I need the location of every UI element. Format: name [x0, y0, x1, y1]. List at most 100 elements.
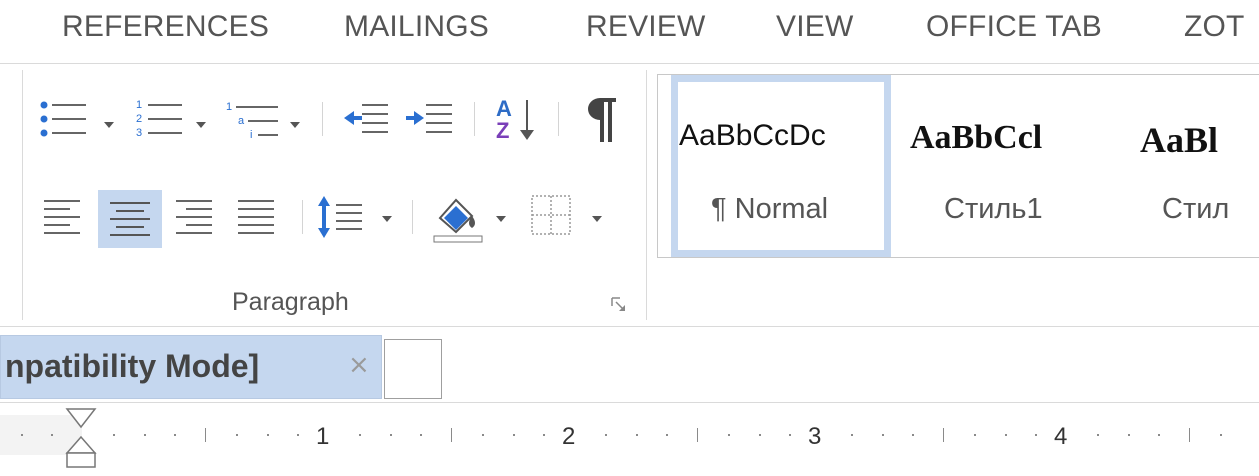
- tab-zotero[interactable]: ZOT: [1184, 10, 1245, 44]
- decrease-indent-icon: [344, 104, 388, 133]
- justify-icon: [238, 200, 274, 234]
- borders-button[interactable]: [526, 190, 578, 244]
- horizontal-ruler: 1 2 3 4: [0, 402, 1259, 471]
- borders-dropdown[interactable]: [592, 216, 602, 222]
- increase-indent-button[interactable]: [404, 98, 456, 142]
- bullets-dropdown[interactable]: [104, 122, 114, 128]
- document-tab[interactable]: npatibility Mode] ×: [0, 335, 382, 399]
- ruler-dot: [513, 434, 515, 436]
- ruler-dot: [1005, 434, 1007, 436]
- ruler-dot: [789, 434, 791, 436]
- tab-office-tab[interactable]: OFFICE TAB: [926, 10, 1102, 44]
- pilcrow-icon: [588, 98, 616, 142]
- style-name-label: Стиль1: [944, 193, 1043, 225]
- style-name-label: Стил: [1162, 193, 1230, 225]
- ruler-half-tick: [943, 428, 944, 442]
- multilevel-dropdown[interactable]: [290, 122, 300, 128]
- ruler-dot: [51, 434, 53, 436]
- document-tab-title: npatibility Mode]: [5, 348, 260, 384]
- svg-text:3: 3: [136, 127, 142, 139]
- document-tab-strip: npatibility Mode] ×: [0, 326, 1259, 403]
- indent-marker-icon: [65, 408, 97, 468]
- ruler-dot: [605, 434, 607, 436]
- svg-text:1: 1: [226, 101, 232, 113]
- toolbar-separator: [474, 102, 475, 136]
- shading-button[interactable]: [430, 190, 486, 246]
- align-right-icon: [176, 200, 212, 234]
- tab-view[interactable]: VIEW: [776, 10, 853, 44]
- style-name-label: ¶ Normal: [711, 193, 829, 225]
- style-sample-text: AaBl: [1140, 120, 1219, 160]
- show-formatting-button[interactable]: [578, 94, 622, 144]
- toolbar-separator: [322, 102, 323, 136]
- shading-dropdown[interactable]: [496, 216, 506, 222]
- bullets-button[interactable]: [38, 98, 98, 142]
- ruler-dot: [636, 434, 638, 436]
- ruler-dot: [482, 434, 484, 436]
- styles-gallery: AaBbCcDc ¶ Normal AaBbCcl Стиль1 AaBl Ст…: [657, 74, 1259, 258]
- align-left-button[interactable]: [40, 192, 90, 242]
- multilevel-list-button[interactable]: 1 a i: [224, 98, 284, 142]
- dialog-launcher-icon: [611, 297, 625, 311]
- decrease-indent-button[interactable]: [342, 98, 392, 142]
- group-separator-left: [22, 70, 23, 320]
- svg-text:i: i: [250, 129, 252, 141]
- bullets-icon: [40, 101, 86, 137]
- ruler-dot: [759, 434, 761, 436]
- line-spacing-button[interactable]: [316, 192, 366, 242]
- ruler-number: 4: [1054, 423, 1068, 450]
- align-left-icon: [44, 200, 80, 234]
- increase-indent-icon: [406, 104, 452, 133]
- style-stil1[interactable]: AaBbCcl Стиль1: [898, 75, 1126, 257]
- line-spacing-icon: [318, 196, 362, 238]
- justify-button[interactable]: [232, 192, 282, 242]
- ruler-half-tick: [451, 428, 452, 442]
- ruler-dot: [912, 434, 914, 436]
- close-tab-icon[interactable]: ×: [348, 350, 370, 380]
- style-sample-text: AaBbCcl: [910, 119, 1043, 156]
- ruler-half-tick: [697, 428, 698, 442]
- style-stil2[interactable]: AaBl Стил: [1132, 75, 1259, 257]
- ruler-dot: [1097, 434, 1099, 436]
- toolbar-separator: [302, 200, 303, 234]
- ruler-dot: [267, 434, 269, 436]
- ruler-half-tick: [1189, 428, 1190, 442]
- ruler-dot: [666, 434, 668, 436]
- ruler-number: 1: [316, 423, 330, 450]
- sort-button[interactable]: A Z: [494, 94, 542, 144]
- numbering-icon: 1 2 3: [136, 99, 182, 139]
- align-right-button[interactable]: [170, 192, 220, 242]
- ruler-dot: [420, 434, 422, 436]
- numbering-button[interactable]: 1 2 3: [134, 98, 190, 142]
- numbering-dropdown[interactable]: [196, 122, 206, 128]
- ruler-dot: [359, 434, 361, 436]
- ruler-dot: [1035, 434, 1037, 436]
- multilevel-list-icon: 1 a i: [226, 101, 278, 141]
- indent-marker[interactable]: [64, 407, 98, 471]
- ruler-dot: [543, 434, 545, 436]
- line-spacing-dropdown[interactable]: [382, 216, 392, 222]
- ruler-half-tick: [205, 428, 206, 442]
- ruler-dot: [1158, 434, 1160, 436]
- ruler-dot: [144, 434, 146, 436]
- ruler-dot: [882, 434, 884, 436]
- ruler-number: 2: [562, 423, 576, 450]
- group-separator-right: [646, 70, 647, 320]
- paragraph-group-label: Paragraph: [232, 288, 349, 316]
- tab-references[interactable]: REFERENCES: [62, 10, 269, 44]
- align-center-button[interactable]: [98, 190, 162, 248]
- ribbon-body: 1 2 3 1 a i A Z Paragraph AaBbCcDc ¶ Nor…: [0, 64, 1259, 326]
- ruler-text-area: [82, 415, 1259, 455]
- new-tab-button[interactable]: [384, 339, 442, 399]
- ruler-dot: [21, 434, 23, 436]
- tab-mailings[interactable]: MAILINGS: [344, 10, 489, 44]
- ribbon-tab-bar: REFERENCES MAILINGS REVIEW VIEW OFFICE T…: [0, 0, 1259, 62]
- ruler-dot: [236, 434, 238, 436]
- svg-text:1: 1: [136, 99, 142, 111]
- style-normal[interactable]: AaBbCcDc ¶ Normal: [671, 75, 891, 257]
- tab-review[interactable]: REVIEW: [586, 10, 706, 44]
- svg-text:a: a: [238, 115, 245, 127]
- align-center-icon: [110, 202, 150, 236]
- borders-icon: [531, 195, 571, 235]
- paragraph-dialog-launcher[interactable]: [610, 296, 628, 314]
